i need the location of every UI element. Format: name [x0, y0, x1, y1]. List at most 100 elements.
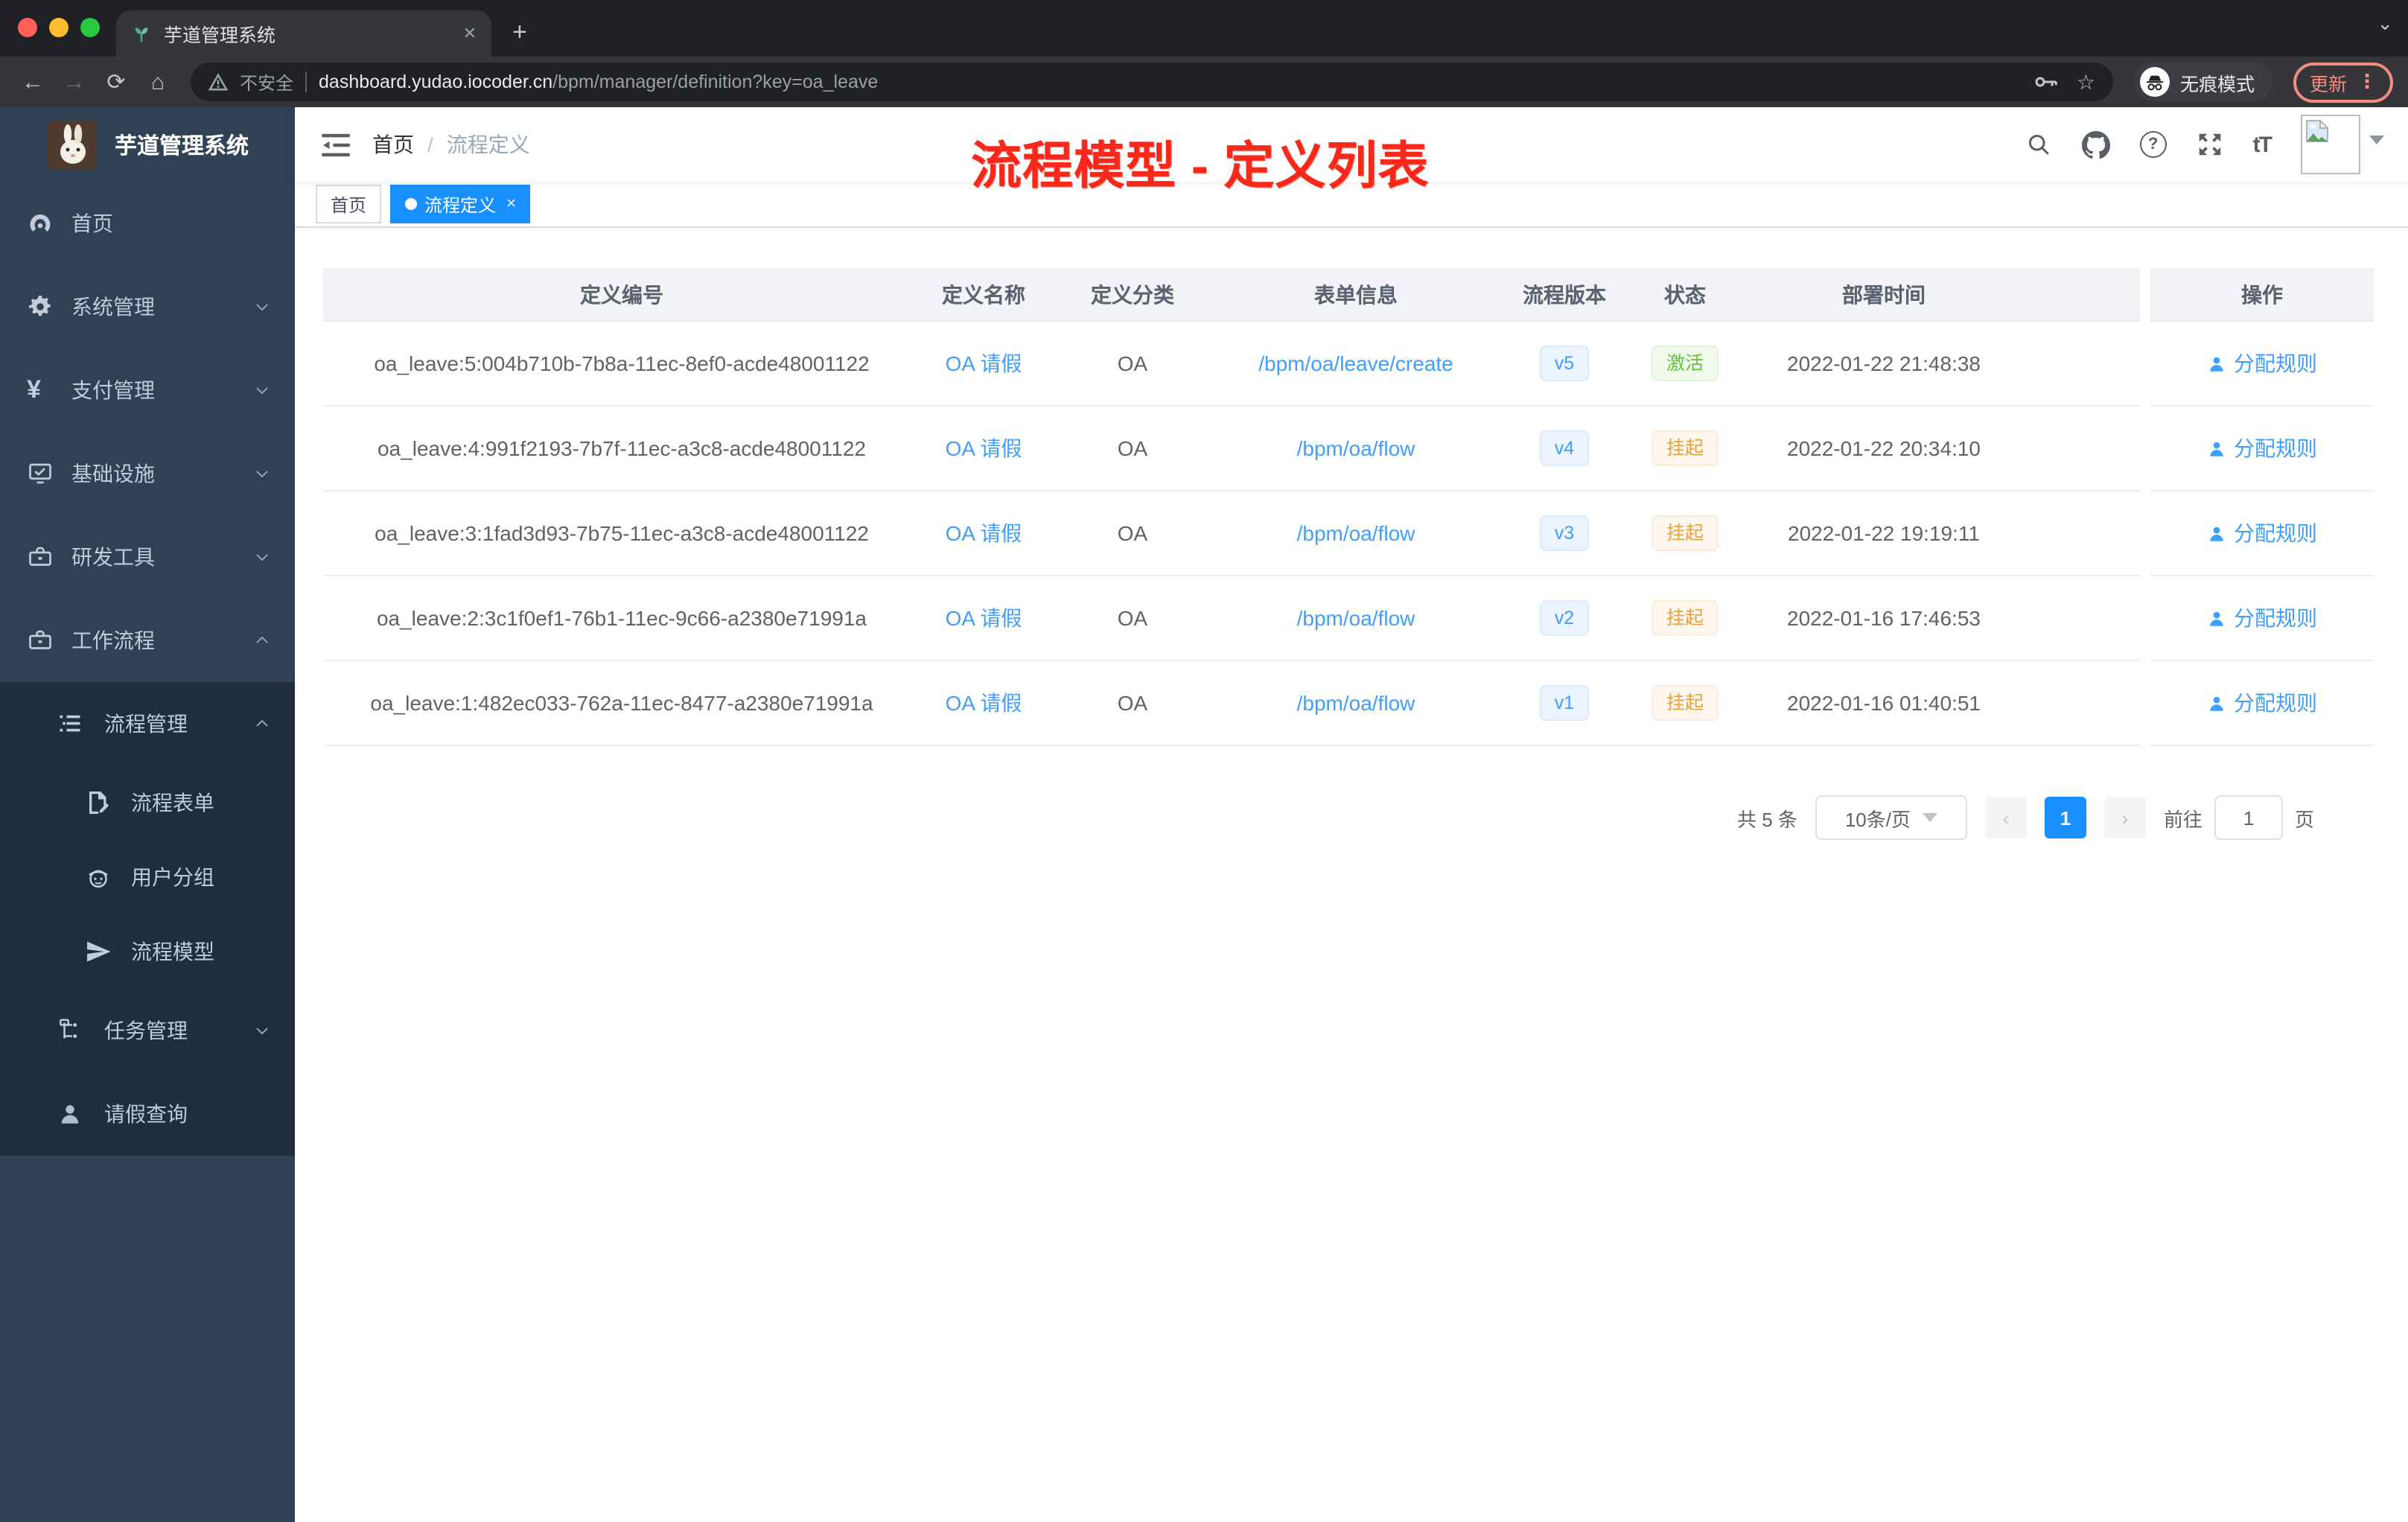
- sidebar-item-user-group[interactable]: 用户分组: [0, 840, 295, 914]
- tag-home[interactable]: 首页: [316, 185, 382, 223]
- breadcrumb-home[interactable]: 首页: [372, 130, 414, 159]
- definition-name-link[interactable]: OA 请假: [946, 603, 1022, 633]
- sidebar-item-process-management[interactable]: 流程管理: [0, 682, 295, 765]
- assign-rule-link[interactable]: 分配规则: [2207, 603, 2317, 633]
- bookmark-star-icon[interactable]: ☆: [2077, 69, 2095, 95]
- definition-id: oa_leave:3:1fad3d93-7b75-11ec-a3c8-acde4…: [323, 491, 920, 576]
- definition-name-link[interactable]: OA 请假: [946, 518, 1022, 548]
- sidebar-item-workflow[interactable]: 工作流程: [0, 599, 295, 682]
- update-label: 更新: [2309, 74, 2347, 95]
- sidebar-item-devtools[interactable]: 研发工具: [0, 515, 295, 599]
- page-size-select[interactable]: 10条/页: [1815, 795, 1967, 840]
- reload-icon[interactable]: ⟳: [98, 69, 134, 95]
- status-badge: 挂起: [1651, 684, 1719, 722]
- back-icon[interactable]: ←: [15, 69, 51, 95]
- gear-icon: [27, 293, 54, 320]
- home-icon[interactable]: ⌂: [140, 69, 176, 95]
- github-icon[interactable]: [2081, 130, 2110, 159]
- table-row: oa_leave:4:991f2193-7b7f-11ec-a3c8-acde4…: [323, 407, 2374, 491]
- sidebar-item-leave-query[interactable]: 请假查询: [0, 1072, 295, 1156]
- list-icon: [57, 710, 83, 737]
- definition-category: OA: [1047, 407, 1218, 491]
- user-icon: [2210, 356, 2223, 371]
- sidebar-item-system[interactable]: 系统管理: [0, 265, 295, 348]
- minimize-window-button[interactable]: [49, 18, 69, 37]
- fullscreen-icon[interactable]: [2197, 131, 2223, 158]
- col-header-definition-name: 定义名称: [920, 268, 1047, 322]
- header-spacer: [2033, 268, 2140, 322]
- definition-category: OA: [1047, 322, 1218, 407]
- user-icon: [2210, 441, 2223, 456]
- sidebar-item-home[interactable]: 首页: [0, 182, 295, 265]
- assign-rule-link[interactable]: 分配规则: [2207, 518, 2317, 548]
- form-link[interactable]: /bpm/oa/flow: [1297, 691, 1415, 715]
- screen: 芋道管理系统 ✕ + ⌄ ← → ⟳ ⌂ 不安全 dashboard.yudao…: [0, 0, 2408, 1522]
- goto-page-input[interactable]: [2214, 795, 2283, 840]
- next-page-button[interactable]: ›: [2103, 797, 2146, 838]
- browser-update-menu-button[interactable]: 更新 ⋮: [2293, 62, 2393, 102]
- tab-search-icon[interactable]: ⌄: [2377, 12, 2393, 36]
- version-badge: v4: [1539, 430, 1590, 467]
- assign-rule-link[interactable]: 分配规则: [2207, 348, 2317, 378]
- col-header-form-info: 表单信息: [1218, 268, 1494, 322]
- col-header-process-version: 流程版本: [1494, 268, 1635, 322]
- table-header-row: 定义编号 定义名称 定义分类 表单信息 流程版本 状态 部署时间 操作: [323, 268, 2374, 322]
- sidebar-item-payment[interactable]: ¥ 支付管理: [0, 348, 295, 432]
- yen-icon: ¥: [27, 375, 41, 404]
- address-bar[interactable]: 不安全 dashboard.yudao.iocoder.cn/bpm/manag…: [191, 63, 2113, 101]
- sidebar-item-process-model[interactable]: 流程模型: [0, 914, 295, 989]
- page-unit-label: 页: [2294, 808, 2314, 830]
- tab-close-icon[interactable]: ✕: [463, 24, 477, 43]
- definition-name-link[interactable]: OA 请假: [946, 688, 1022, 718]
- new-tab-button[interactable]: +: [512, 18, 527, 48]
- definition-category: OA: [1047, 661, 1218, 746]
- url-text: dashboard.yudao.iocoder.cn/bpm/manager/d…: [319, 71, 2023, 92]
- favicon-sprout-icon: [131, 23, 152, 44]
- sidebar-item-task-management[interactable]: 任务管理: [0, 989, 295, 1072]
- incognito-badge: 无痕模式: [2133, 63, 2272, 101]
- tags-view-bar: 首页 流程定义 ×: [295, 182, 2408, 228]
- table-row: oa_leave:1:482ec033-762a-11ec-8477-a2380…: [323, 661, 2374, 746]
- page-content: 定义编号 定义名称 定义分类 表单信息 流程版本 状态 部署时间 操作 oa_l…: [295, 228, 2408, 1522]
- tag-process-definition[interactable]: 流程定义 ×: [390, 185, 531, 223]
- user-icon: [2210, 611, 2223, 625]
- close-window-button[interactable]: [18, 18, 37, 37]
- prev-page-button[interactable]: ‹: [1984, 797, 2027, 838]
- form-link[interactable]: /bpm/oa/leave/create: [1258, 351, 1453, 375]
- browser-tab[interactable]: 芋道管理系统 ✕: [116, 10, 491, 57]
- hamburger-collapse-icon[interactable]: [322, 132, 350, 157]
- chevron-down-icon: [253, 298, 271, 316]
- form-link[interactable]: /bpm/oa/flow: [1297, 436, 1415, 460]
- user-menu[interactable]: [2301, 115, 2384, 174]
- avatar-broken-image-icon: [2301, 115, 2360, 174]
- current-page-button[interactable]: 1: [2044, 797, 2086, 838]
- active-dot-icon: [405, 198, 418, 210]
- assign-rule-link[interactable]: 分配规则: [2207, 433, 2317, 463]
- form-link[interactable]: /bpm/oa/flow: [1297, 521, 1415, 545]
- definition-name-link[interactable]: OA 请假: [946, 348, 1022, 378]
- menu-dots-icon: ⋮: [2357, 70, 2377, 92]
- sidebar-item-process-form[interactable]: 流程表单: [0, 765, 295, 840]
- forward-icon[interactable]: →: [57, 69, 92, 95]
- sidebar-item-infra[interactable]: 基础设施: [0, 432, 295, 515]
- status-badge: 挂起: [1651, 515, 1719, 552]
- sidebar-logo[interactable]: 芋道管理系统: [0, 107, 295, 182]
- deploy-time: 2022-01-16 17:46:53: [1735, 576, 2033, 661]
- window-controls: [18, 18, 100, 37]
- key-icon[interactable]: [2035, 71, 2059, 92]
- deploy-time: 2022-01-22 21:48:38: [1735, 322, 2033, 407]
- workflow-submenu: 流程管理 流程表单 用户分组 流程模型 任务管理 请假查询: [0, 682, 295, 1156]
- definition-id: oa_leave:2:3c1f0ef1-76b1-11ec-9c66-a2380…: [323, 576, 920, 661]
- version-badge: v2: [1539, 599, 1590, 637]
- font-size-icon[interactable]: tT: [2253, 132, 2272, 157]
- form-link[interactable]: /bpm/oa/flow: [1297, 606, 1415, 630]
- definition-name-link[interactable]: OA 请假: [946, 433, 1022, 463]
- zoom-window-button[interactable]: [80, 18, 100, 37]
- assign-rule-link[interactable]: 分配规则: [2207, 688, 2317, 718]
- search-icon[interactable]: [2025, 131, 2052, 158]
- tag-close-icon[interactable]: ×: [506, 195, 516, 213]
- monitor-icon: [27, 460, 54, 487]
- breadcrumb-current: 流程定义: [446, 133, 530, 156]
- help-icon[interactable]: ?: [2139, 131, 2167, 158]
- pagination: 共 5 条 10条/页 ‹ 1 › 前往 页: [323, 795, 2374, 840]
